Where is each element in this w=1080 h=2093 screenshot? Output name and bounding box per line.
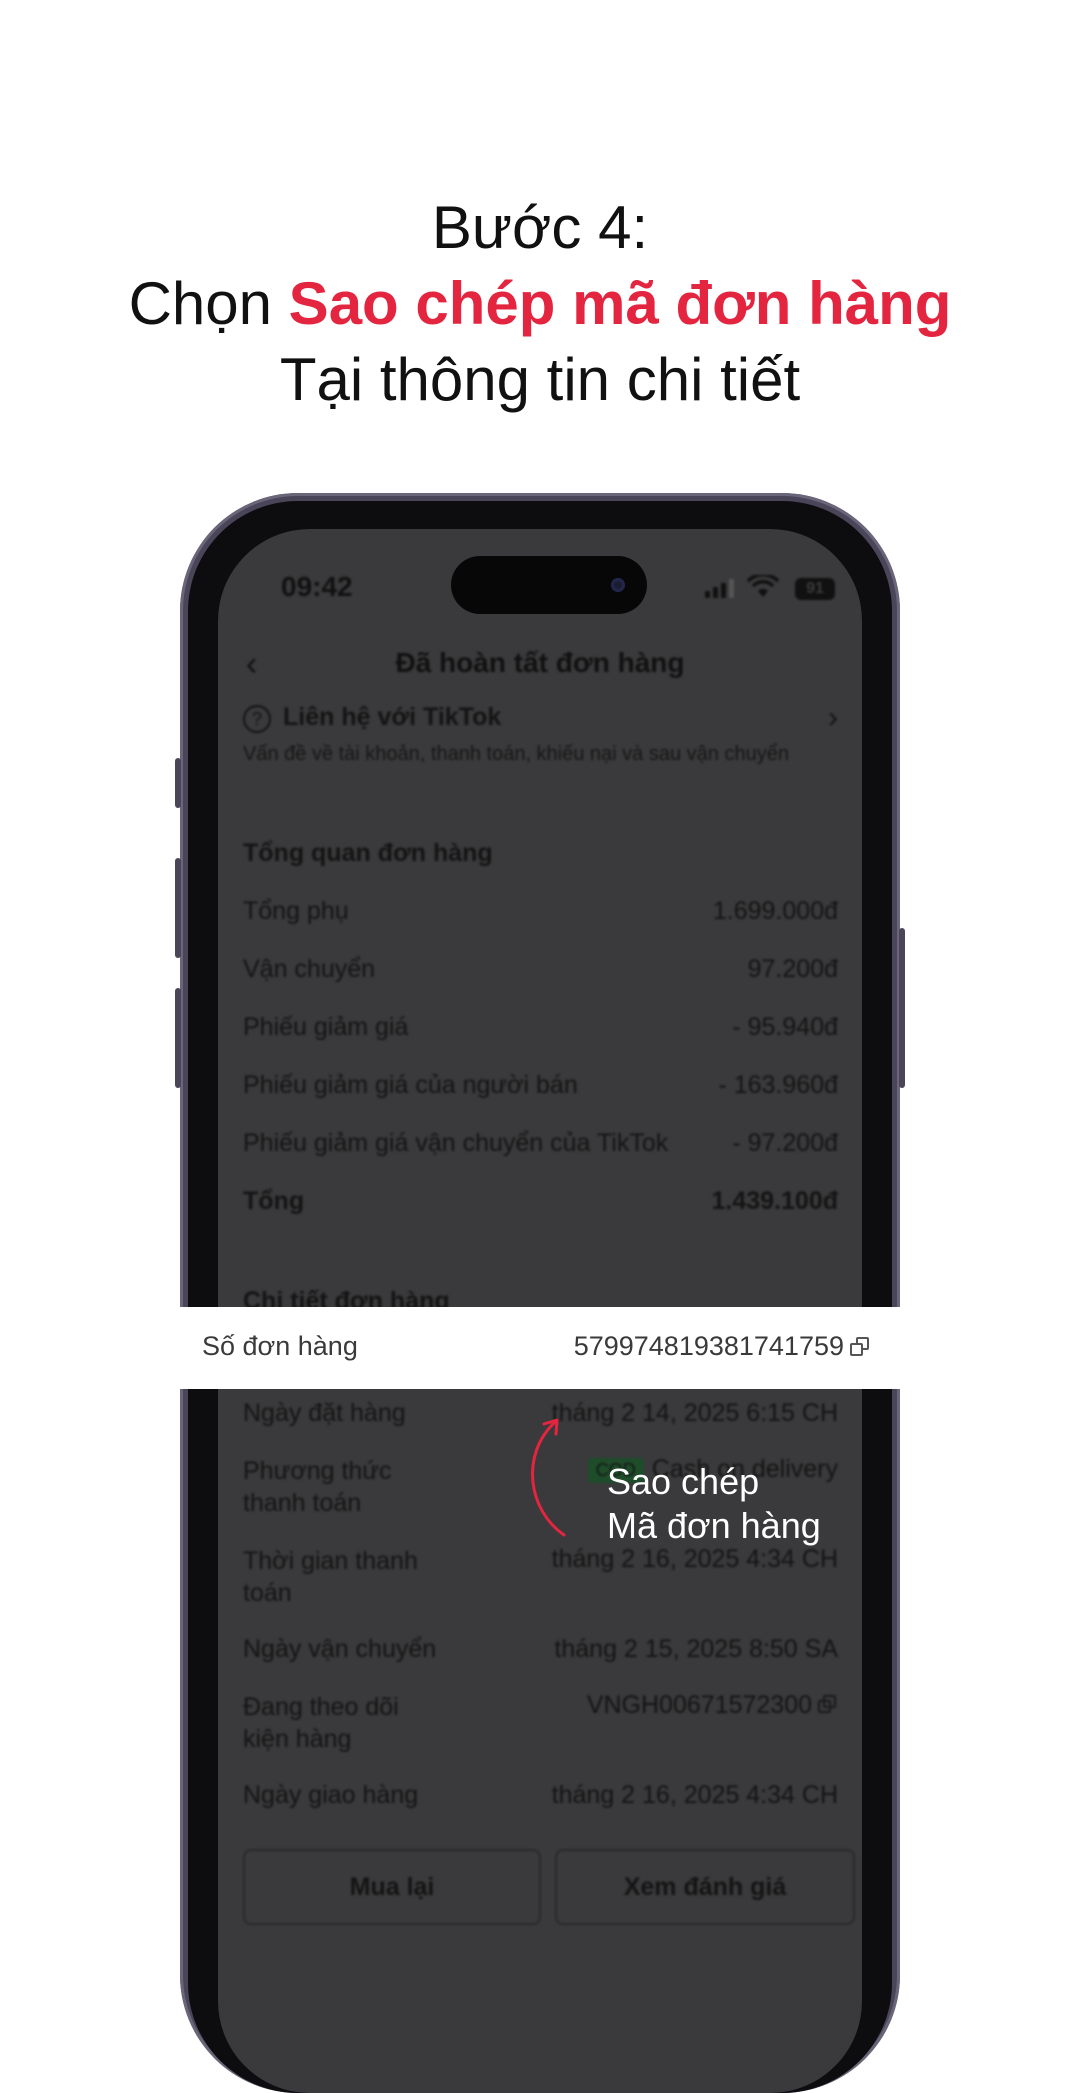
order-number-highlight: Số đơn hàng 579974819381741759: [180, 1307, 900, 1389]
payment-method-label-1: Phương thức: [243, 1457, 392, 1485]
order-date-value: tháng 2 14, 2025 6:15 CH: [551, 1399, 838, 1427]
tracking-number: VNGH00671572300: [586, 1691, 812, 1719]
order-number-value: 579974819381741759: [574, 1331, 870, 1362]
annotation-line-1: Sao chép: [607, 1461, 760, 1502]
instruction-accent: Sao chép mã đơn hàng: [288, 270, 952, 337]
camera-icon: [611, 578, 625, 592]
wifi-icon: [747, 575, 779, 597]
nav-bar: ‹ Đã hoàn tất đơn hàng: [218, 629, 862, 699]
order-number-label: Số đơn hàng: [202, 1331, 358, 1361]
page-title: Đã hoàn tất đơn hàng: [395, 647, 685, 678]
subtotal-label: Tổng phụ: [243, 897, 349, 925]
copy-icon[interactable]: [818, 1695, 838, 1715]
help-icon: ?: [243, 705, 271, 733]
view-review-button[interactable]: Xem đánh giá: [555, 1849, 855, 1925]
payment-method-label: Phương thức thanh toán: [243, 1455, 392, 1519]
delivery-date-value: tháng 2 16, 2025 4:34 CH: [551, 1781, 838, 1809]
volume-up-button: [175, 858, 181, 958]
subtotal-value: 1.699.000đ: [712, 897, 838, 925]
tracking-label-2: kiện hàng: [243, 1725, 352, 1753]
contact-tiktok-row[interactable]: ? Liên hệ với TikTok › Vấn đề về tài kho…: [218, 701, 862, 765]
seller-voucher-label: Phiếu giảm giá của người bán: [243, 1071, 578, 1099]
tracking-label-1: Đang theo dõi: [243, 1693, 399, 1721]
delivery-date-label: Ngày giao hàng: [243, 1781, 419, 1809]
shipping-label: Vận chuyển: [243, 955, 376, 983]
step-label: Bước 4:: [431, 194, 649, 261]
total-value: 1.439.100đ: [711, 1187, 839, 1215]
phone-bezel: 09:42 91 ‹ Đã hoàn tất đơn hàng ? Liên h…: [188, 501, 892, 2093]
annotation-line-2: Mã đơn hàng: [607, 1505, 821, 1546]
copy-annotation: Sao chép Mã đơn hàng: [607, 1460, 821, 1548]
step-instruction: Chọn Sao chép mã đơn hàng: [0, 266, 1080, 342]
status-time: 09:42: [281, 571, 353, 602]
order-number: 579974819381741759: [573, 1331, 844, 1361]
buy-again-button[interactable]: Mua lại: [243, 1849, 541, 1925]
payment-time-label: Thời gian thanh toán: [243, 1545, 418, 1609]
instruction-heading: Bước 4: Chọn Sao chép mã đơn hàng Tại th…: [0, 190, 1080, 418]
payment-time-value: tháng 2 16, 2025 4:34 CH: [551, 1545, 838, 1573]
ship-date-label: Ngày vận chuyển: [243, 1635, 437, 1663]
payment-method-label-2: thanh toán: [243, 1489, 362, 1517]
contact-title: Liên hệ với TikTok: [283, 703, 502, 731]
volume-down-button: [175, 988, 181, 1088]
tracking-label: Đang theo dõi kiện hàng: [243, 1691, 399, 1755]
shipping-voucher-value: - 97.200đ: [732, 1129, 838, 1157]
tracking-value: VNGH00671572300: [587, 1691, 838, 1720]
signal-icon: [705, 579, 734, 598]
order-date-label: Ngày đặt hàng: [243, 1399, 406, 1427]
chevron-right-icon: ›: [828, 701, 838, 734]
step-location: Tại thông tin chi tiết: [279, 346, 801, 413]
contact-subtitle: Vấn đề về tài khoản, thanh toán, khiếu n…: [243, 743, 789, 765]
payment-time-label-1: Thời gian thanh: [243, 1547, 418, 1575]
ship-date-value: tháng 2 15, 2025 8:50 SA: [554, 1635, 838, 1663]
power-button: [899, 928, 905, 1088]
payment-time-label-2: toán: [243, 1579, 292, 1607]
voucher-label: Phiếu giảm giá: [243, 1013, 409, 1041]
total-label: Tổng: [243, 1187, 305, 1215]
overview-title: Tổng quan đơn hàng: [243, 839, 493, 867]
phone-mockup: 09:42 91 ‹ Đã hoàn tất đơn hàng ? Liên h…: [175, 493, 905, 2093]
shipping-voucher-label: Phiếu giảm giá vận chuyển của TikTok: [243, 1129, 669, 1157]
seller-voucher-value: - 163.960đ: [718, 1071, 838, 1099]
copy-order-number-icon[interactable]: [850, 1337, 870, 1357]
dynamic-island: [451, 556, 647, 614]
curved-arrow-icon: [531, 1418, 566, 1537]
shipping-value: 97.200đ: [747, 955, 838, 983]
voucher-value: - 95.940đ: [732, 1013, 838, 1041]
instruction-prefix: Chọn: [128, 270, 289, 337]
battery-icon: 91: [795, 578, 835, 600]
action-button: [175, 758, 181, 808]
